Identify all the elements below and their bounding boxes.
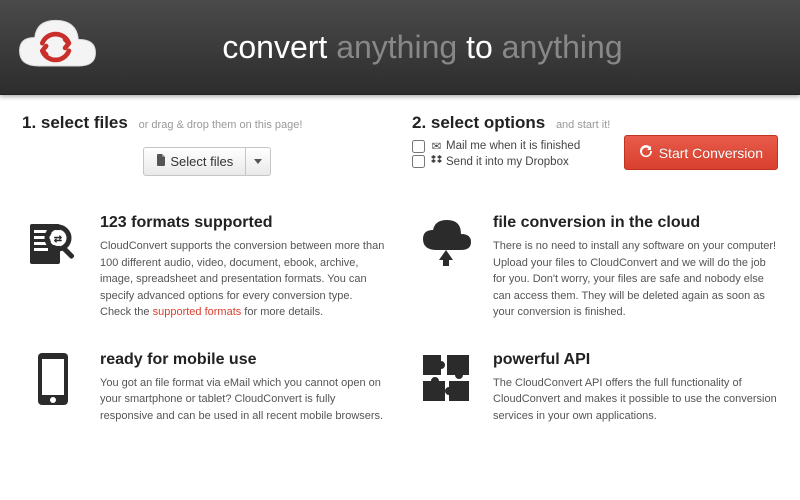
- step-1: 1. select files or drag & drop them on t…: [22, 113, 392, 176]
- step-1-title-text: 1. select files: [22, 113, 128, 132]
- logo: [10, 8, 105, 86]
- option-dropbox-checkbox[interactable]: [412, 155, 425, 168]
- feature-mobile-title: ready for mobile use: [100, 351, 385, 369]
- refresh-icon: [639, 144, 653, 161]
- step-2-hint: and start it!: [556, 119, 610, 131]
- step-1-title: 1. select files or drag & drop them on t…: [22, 113, 392, 133]
- supported-formats-link[interactable]: supported formats: [153, 306, 242, 318]
- smartphone-icon: [22, 351, 84, 413]
- feature-api-title: powerful API: [493, 351, 778, 369]
- tagline-prefix: convert: [222, 29, 336, 65]
- select-files-button[interactable]: Select files: [143, 147, 247, 176]
- step-1-hint: or drag & drop them on this page!: [139, 119, 303, 131]
- header: convert anything to anything: [0, 0, 800, 95]
- mail-icon: ✉: [431, 139, 442, 153]
- feature-mobile: ready for mobile use You got an file for…: [22, 351, 385, 425]
- start-conversion-button[interactable]: Start Conversion: [624, 135, 778, 170]
- file-icon: [156, 154, 167, 169]
- cloud-upload-icon: [415, 214, 477, 276]
- steps-row: 1. select files or drag & drop them on t…: [22, 113, 778, 176]
- option-dropbox-label: Send it into my Dropbox: [446, 156, 569, 168]
- tagline-mid: to: [457, 29, 501, 65]
- step-2: 2. select options and start it! ✉ Mail m…: [412, 113, 778, 176]
- caret-down-icon: [254, 159, 262, 164]
- tagline-word-2: anything: [502, 29, 623, 65]
- tagline-word-1: anything: [336, 29, 457, 65]
- feature-formats-title: 123 formats supported: [100, 214, 385, 232]
- feature-api-desc: The CloudConvert API offers the full fun…: [493, 375, 778, 425]
- start-conversion-label: Start Conversion: [659, 145, 763, 161]
- dropbox-icon: [431, 155, 442, 168]
- tagline: convert anything to anything: [105, 29, 780, 66]
- feature-api: powerful API The CloudConvert API offers…: [415, 351, 778, 425]
- feature-formats-desc-b: for more details.: [241, 306, 323, 318]
- select-files-label: Select files: [170, 154, 233, 169]
- feature-cloud-desc: There is no need to install any software…: [493, 238, 778, 321]
- feature-cloud-title: file conversion in the cloud: [493, 214, 778, 232]
- document-magnify-icon: ⇄: [22, 214, 84, 276]
- main: 1. select files or drag & drop them on t…: [0, 95, 800, 434]
- select-files-group: Select files: [143, 147, 272, 176]
- feature-formats: ⇄ 123 formats supported CloudConvert sup…: [22, 214, 385, 321]
- step-2-title: 2. select options and start it!: [412, 113, 778, 133]
- option-mail-label: Mail me when it is finished: [446, 140, 580, 152]
- puzzle-icon: [415, 351, 477, 413]
- features-grid: ⇄ 123 formats supported CloudConvert sup…: [22, 214, 778, 424]
- option-mail-checkbox[interactable]: [412, 140, 425, 153]
- select-files-dropdown-button[interactable]: [246, 147, 271, 176]
- feature-formats-desc: CloudConvert supports the conversion bet…: [100, 238, 385, 321]
- feature-mobile-desc: You got an file format via eMail which y…: [100, 375, 385, 425]
- svg-text:⇄: ⇄: [54, 234, 63, 245]
- feature-cloud: file conversion in the cloud There is no…: [415, 214, 778, 321]
- step-2-title-text: 2. select options: [412, 113, 545, 132]
